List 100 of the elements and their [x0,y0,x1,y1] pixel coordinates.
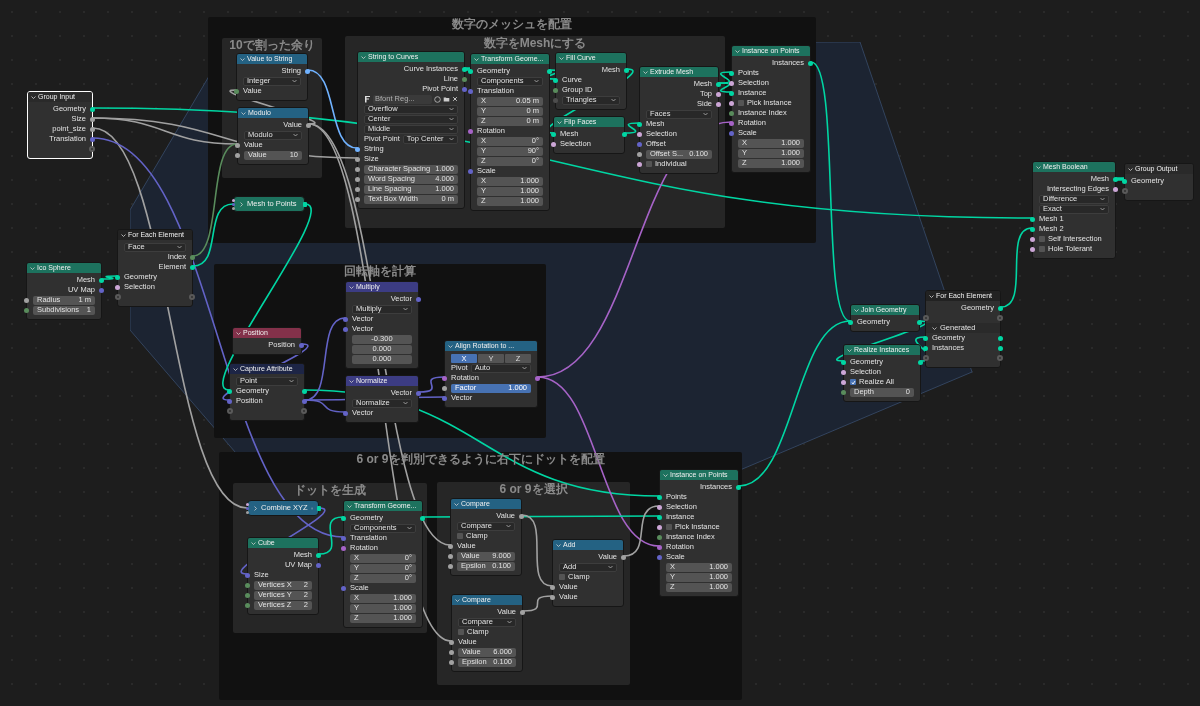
checkbox[interactable] [457,533,463,539]
folder-icon[interactable] [443,95,450,103]
socket-icon[interactable] [519,513,524,519]
socket-icon[interactable] [227,388,232,394]
socket-icon[interactable] [624,67,629,73]
socket-icon[interactable] [657,494,662,500]
socket-icon[interactable] [918,359,923,365]
close-icon[interactable] [452,96,458,102]
socket-icon[interactable] [448,563,453,569]
socket-icon[interactable] [442,385,447,391]
chevron-icon[interactable] [455,597,460,603]
socket-icon[interactable] [341,515,346,521]
socket-icon[interactable] [468,68,473,74]
chevron-icon[interactable] [240,56,245,62]
socket-icon[interactable] [637,151,642,157]
socket-icon[interactable] [235,152,240,158]
socket-icon[interactable] [1030,246,1035,252]
socket-icon[interactable] [355,156,360,162]
checkbox[interactable] [666,524,672,530]
socket-icon[interactable] [90,106,95,112]
socket-icon[interactable] [808,60,813,66]
socket-icon[interactable] [998,305,1003,311]
socket-icon[interactable] [90,116,95,122]
socket-icon[interactable] [1113,176,1118,182]
node-frame[interactable] [208,17,816,243]
chevron-icon[interactable] [253,505,258,511]
node-card[interactable] [357,51,465,209]
chevron-icon[interactable] [233,366,238,372]
socket-icon[interactable] [729,90,734,96]
chevron-icon[interactable] [236,330,241,336]
socket-icon[interactable] [305,68,310,74]
socket-icon[interactable] [462,66,467,72]
socket-icon[interactable] [355,186,360,192]
node-frame[interactable] [219,452,742,700]
chevron-icon[interactable] [31,94,36,100]
socket-icon[interactable] [729,70,734,76]
socket-icon[interactable] [736,484,741,490]
socket-icon[interactable] [657,514,662,520]
socket-icon[interactable] [1030,226,1035,232]
checkbox[interactable] [458,629,464,635]
chevron-icon[interactable] [929,293,934,299]
socket-icon[interactable] [90,136,95,142]
socket-icon[interactable] [302,388,307,394]
chevron-icon[interactable] [241,110,246,116]
socket-icon[interactable] [190,264,195,270]
socket-icon[interactable] [520,609,525,615]
socket-icon[interactable] [355,196,360,202]
socket-icon[interactable] [841,379,846,385]
socket-icon[interactable] [551,141,556,147]
checkbox[interactable] [559,574,565,580]
socket-icon[interactable] [24,297,29,303]
checkbox[interactable] [850,379,856,385]
socket-icon[interactable] [848,319,853,325]
chevron-icon[interactable] [454,501,459,507]
socket-icon[interactable] [355,146,360,152]
socket-icon[interactable] [449,649,454,655]
socket-icon[interactable] [729,100,734,106]
node-frame[interactable] [214,264,546,438]
socket-icon[interactable] [551,131,556,137]
socket-icon[interactable] [550,594,555,600]
socket-icon[interactable] [90,126,95,132]
socket-icon[interactable] [841,359,846,365]
checkbox[interactable] [738,100,744,106]
socket-icon[interactable] [355,166,360,172]
socket-icon[interactable] [448,553,453,559]
chevron-icon[interactable] [448,343,453,349]
socket-icon[interactable] [998,345,1003,351]
chevron-icon[interactable] [349,284,354,290]
socket-icon[interactable] [1113,186,1118,192]
socket-icon[interactable] [729,80,734,86]
socket-icon[interactable] [917,319,922,325]
socket-icon[interactable] [621,554,626,560]
socket-icon[interactable] [923,345,928,351]
socket-icon[interactable] [420,515,425,521]
checkbox[interactable] [1039,236,1045,242]
socket-icon[interactable] [115,274,120,280]
socket-icon[interactable] [235,142,240,148]
socket-icon[interactable] [657,524,662,530]
socket-icon[interactable] [115,284,120,290]
socket-icon[interactable] [841,369,846,375]
socket-icon[interactable] [716,101,721,107]
checkbox[interactable] [1039,246,1045,252]
checkbox[interactable] [646,161,652,167]
chevron-icon[interactable] [1128,166,1133,172]
socket-icon[interactable] [923,335,928,341]
socket-icon[interactable] [553,77,558,83]
socket-icon[interactable] [637,161,642,167]
socket-icon[interactable] [1030,216,1035,222]
socket-icon[interactable] [306,122,311,128]
socket-icon[interactable] [657,504,662,510]
socket-icon[interactable] [316,552,321,558]
chevron-icon[interactable] [556,542,561,548]
socket-icon[interactable] [547,68,552,74]
socket-icon[interactable] [355,176,360,182]
socket-icon[interactable] [637,131,642,137]
socket-icon[interactable] [550,584,555,590]
socket-icon[interactable] [998,335,1003,341]
socket-icon[interactable] [637,121,642,127]
socket-icon[interactable] [99,277,104,283]
socket-icon[interactable] [449,659,454,665]
